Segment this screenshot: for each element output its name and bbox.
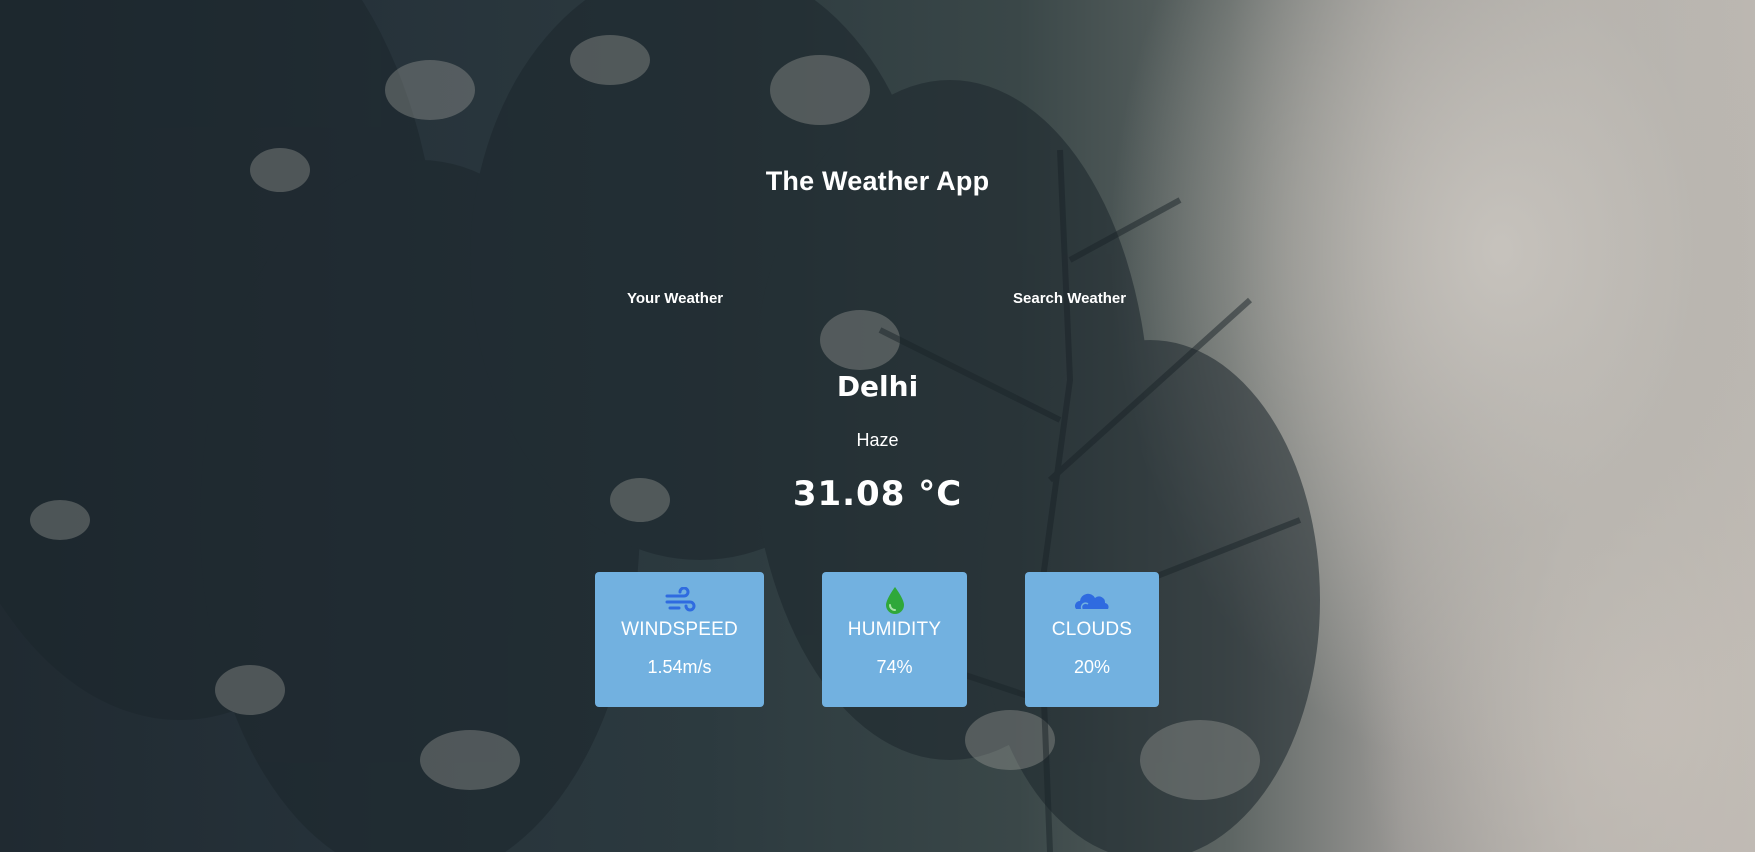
tab-search-weather[interactable]: Search Weather: [1013, 290, 1126, 307]
tab-your-weather[interactable]: Your Weather: [627, 290, 723, 307]
app-title: The Weather App: [765, 166, 990, 196]
windspeed-card: WINDSPEED 1.54m/s: [595, 572, 764, 707]
clouds-label: CLOUDS: [1051, 619, 1133, 640]
cloud-icon: [1025, 586, 1159, 616]
humidity-value: 74%: [876, 657, 913, 677]
city-name: Delhi: [836, 370, 919, 403]
clouds-card: CLOUDS 20%: [1025, 572, 1159, 707]
humidity-label: HUMIDITY: [847, 619, 942, 640]
weather-condition: Haze: [856, 430, 899, 450]
clouds-value: 20%: [1073, 657, 1111, 677]
humidity-card: HUMIDITY 74%: [822, 572, 967, 707]
windspeed-label: WINDSPEED: [621, 619, 738, 640]
background-image: [0, 0, 1320, 852]
water-drop-icon: [822, 586, 967, 616]
windspeed-value: 1.54m/s: [647, 657, 712, 677]
temperature: 31.08 °C: [792, 474, 963, 514]
wind-icon: [595, 586, 764, 616]
